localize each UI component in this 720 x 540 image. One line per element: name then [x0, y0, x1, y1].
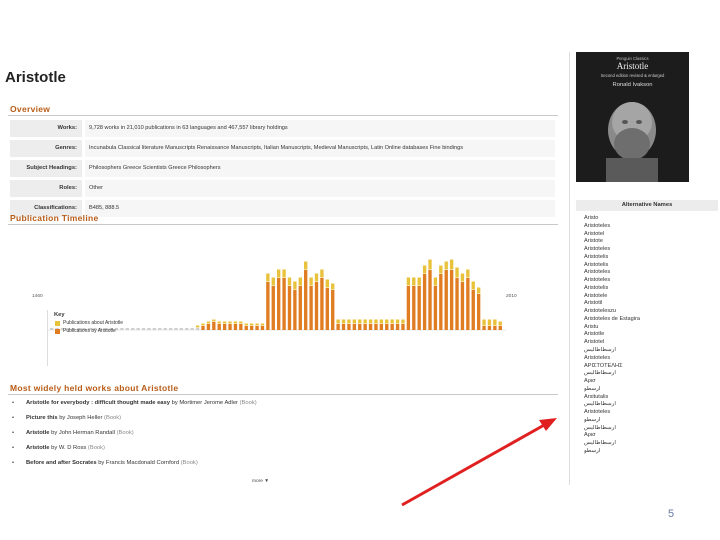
arrow-shaft	[401, 422, 547, 507]
red-arrow-annotation	[401, 418, 557, 507]
arrow-head-icon	[539, 418, 557, 431]
slide-number: 5	[668, 508, 675, 520]
